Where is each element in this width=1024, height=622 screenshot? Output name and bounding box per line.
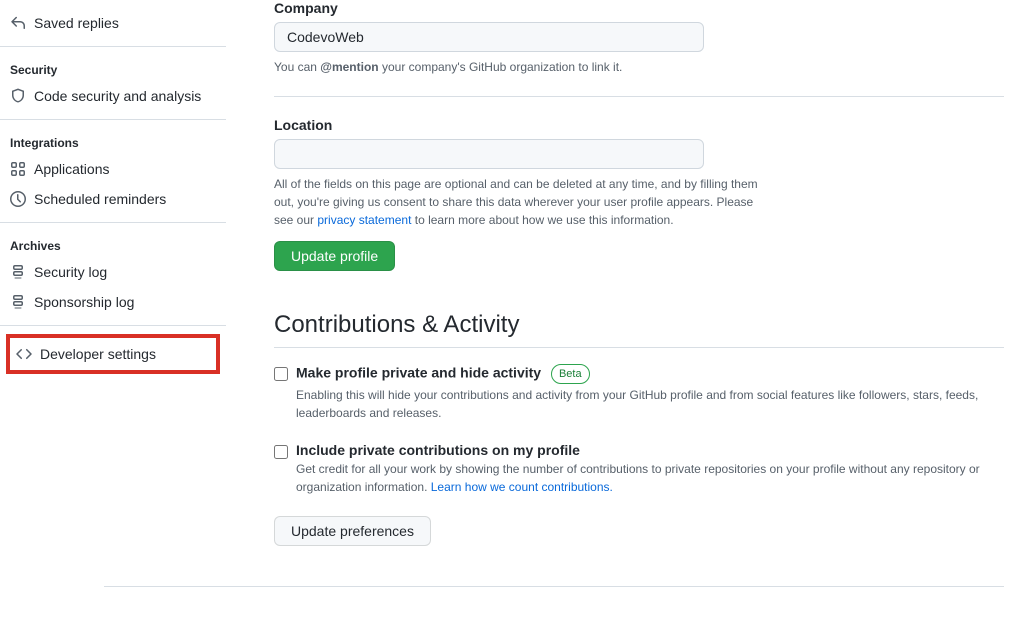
sidebar-item-applications[interactable]: Applications bbox=[0, 154, 226, 184]
main-content: Company You can @mention your company's … bbox=[226, 0, 1024, 607]
sidebar-item-saved-replies[interactable]: Saved replies bbox=[0, 8, 226, 38]
company-note: You can @mention your company's GitHub o… bbox=[274, 58, 774, 76]
divider bbox=[274, 96, 1004, 97]
divider bbox=[0, 46, 226, 47]
learn-contributions-link[interactable]: Learn how we count contributions. bbox=[431, 480, 613, 494]
sidebar-header-security: Security bbox=[0, 55, 226, 81]
location-label: Location bbox=[274, 117, 1004, 133]
sidebar-item-scheduled-reminders[interactable]: Scheduled reminders bbox=[0, 184, 226, 214]
include-private-label: Include private contributions on my prof… bbox=[296, 442, 580, 458]
divider bbox=[0, 325, 226, 326]
divider bbox=[0, 222, 226, 223]
private-profile-checkbox[interactable] bbox=[274, 367, 288, 381]
company-label: Company bbox=[274, 0, 1004, 16]
contributions-title: Contributions & Activity bbox=[274, 311, 1004, 348]
reply-icon bbox=[10, 15, 26, 31]
sidebar-header-archives: Archives bbox=[0, 231, 226, 257]
include-private-checkbox[interactable] bbox=[274, 445, 288, 459]
sidebar-item-label: Developer settings bbox=[40, 346, 156, 362]
privacy-statement-link[interactable]: privacy statement bbox=[317, 213, 411, 227]
private-profile-desc: Enabling this will hide your contributio… bbox=[296, 386, 1004, 422]
apps-icon bbox=[10, 161, 26, 177]
shield-icon bbox=[10, 88, 26, 104]
sidebar: Saved replies Security Code security and… bbox=[0, 0, 226, 607]
sidebar-header-integrations: Integrations bbox=[0, 128, 226, 154]
private-profile-label: Make profile private and hide activity bbox=[296, 365, 541, 381]
sidebar-item-label: Code security and analysis bbox=[34, 88, 201, 104]
location-note: All of the fields on this page are optio… bbox=[274, 175, 774, 229]
code-icon bbox=[16, 346, 32, 362]
beta-badge: Beta bbox=[551, 364, 590, 384]
sidebar-item-label: Scheduled reminders bbox=[34, 191, 166, 207]
private-profile-group: Make profile private and hide activity B… bbox=[274, 364, 1004, 422]
sidebar-item-label: Applications bbox=[34, 161, 110, 177]
clock-icon bbox=[10, 191, 26, 207]
log-icon bbox=[10, 294, 26, 310]
log-icon bbox=[10, 264, 26, 280]
location-input[interactable] bbox=[274, 139, 704, 169]
update-profile-button[interactable]: Update profile bbox=[274, 241, 395, 271]
company-group: Company You can @mention your company's … bbox=[274, 0, 1004, 76]
include-private-group: Include private contributions on my prof… bbox=[274, 442, 1004, 496]
sidebar-item-security-log[interactable]: Security log bbox=[0, 257, 226, 287]
sidebar-item-code-security[interactable]: Code security and analysis bbox=[0, 81, 226, 111]
sidebar-item-label: Saved replies bbox=[34, 15, 119, 31]
sidebar-item-label: Sponsorship log bbox=[34, 294, 134, 310]
include-private-desc: Get credit for all your work by showing … bbox=[296, 460, 1004, 496]
company-input[interactable] bbox=[274, 22, 704, 52]
sidebar-item-label: Security log bbox=[34, 264, 107, 280]
divider bbox=[104, 586, 1004, 587]
location-group: Location All of the fields on this page … bbox=[274, 117, 1004, 271]
sidebar-item-developer-settings[interactable]: Developer settings bbox=[6, 334, 220, 374]
update-preferences-button[interactable]: Update preferences bbox=[274, 516, 431, 546]
divider bbox=[0, 119, 226, 120]
sidebar-item-sponsorship-log[interactable]: Sponsorship log bbox=[0, 287, 226, 317]
